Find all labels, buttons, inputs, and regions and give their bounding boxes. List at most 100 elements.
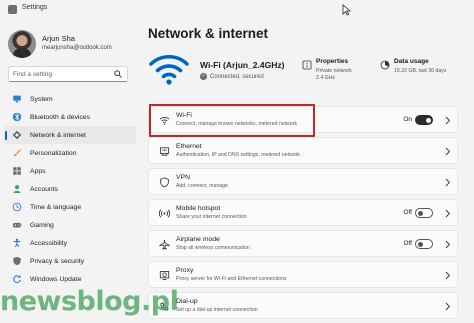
mobile-hotspot-toggle[interactable] <box>415 208 433 218</box>
search-icon[interactable] <box>114 70 122 78</box>
setting-row-mobile-hotspot[interactable]: Mobile hotspot Share your internet connec… <box>148 199 458 226</box>
setting-subtitle: Set up a dial-up internet connection <box>176 307 258 313</box>
properties-band: 2.4 GHz <box>316 75 336 81</box>
sidebar-item-label: Network & internet <box>30 131 86 139</box>
setting-subtitle: Proxy server for Wi-Fi and Ethernet conn… <box>176 276 287 282</box>
accessibility-icon <box>13 238 21 248</box>
sidebar-item-label: Time & language <box>30 203 82 211</box>
sidebar-item-label: Apps <box>30 167 46 175</box>
watermark-logo: newsblog.pl <box>0 286 179 317</box>
data-usage-icon <box>380 60 390 70</box>
sidebar-item-label: System <box>30 95 53 103</box>
airplane-icon <box>159 239 170 250</box>
setting-row-wi-fi[interactable]: Wi-Fi Connect, manage known networks, met… <box>148 106 458 133</box>
connection-status: ✓ Connected, secured <box>200 73 264 80</box>
sidebar-item-accessibility[interactable]: Accessibility <box>4 234 136 252</box>
sidebar-item-network-internet[interactable]: Network & internet <box>4 126 136 144</box>
toggle-knob <box>426 118 431 123</box>
toggle-knob <box>418 211 423 216</box>
setting-row-proxy[interactable]: Proxy Proxy server for Wi-Fi and Ethernet… <box>148 261 458 288</box>
properties-network-type: Private network <box>316 68 352 74</box>
setting-title: Wi-Fi <box>176 112 192 119</box>
sidebar: Arjun Sha mearjunsha@outlook.com System B… <box>0 18 140 323</box>
search-box[interactable] <box>8 66 128 82</box>
shield-icon <box>13 256 21 266</box>
title-bar: Settings <box>0 0 474 18</box>
properties-icon <box>302 60 312 70</box>
toggle-state-label: Off <box>403 240 412 247</box>
window-title: Settings <box>22 4 48 11</box>
user-email: mearjunsha@outlook.com <box>42 45 112 51</box>
properties-title: Properties <box>316 58 349 65</box>
properties-sub: Private network 2.4 GHz <box>316 68 352 82</box>
setting-title: Dial-up <box>176 298 198 305</box>
setting-subtitle: Share your internet connection <box>176 214 247 220</box>
chevron-right-icon <box>445 178 451 187</box>
setting-title: Ethernet <box>176 143 202 150</box>
setting-row-dial-up[interactable]: Dial-up Set up a dial-up internet connect… <box>148 292 458 319</box>
sidebar-item-label: Accounts <box>30 185 58 193</box>
globe-clock-icon <box>12 202 22 212</box>
gamepad-icon <box>12 222 22 228</box>
chevron-right-icon <box>445 209 451 218</box>
settings-app-icon <box>8 5 17 14</box>
wifi-icon <box>159 117 170 125</box>
sidebar-item-time-language[interactable]: Time & language <box>4 198 136 216</box>
sidebar-item-label: Privacy & security <box>30 257 85 265</box>
setting-subtitle: Connect, manage known networks, metered … <box>176 121 298 127</box>
wifi-status-icon <box>149 54 189 85</box>
brush-icon <box>13 149 21 157</box>
settings-window: Settings Arjun Sha mearjunsha@outlook.co… <box>0 0 474 323</box>
search-input[interactable] <box>13 68 111 80</box>
setting-row-airplane-mode[interactable]: Airplane mode Stop all wireless communica… <box>148 230 458 257</box>
sidebar-nav: System Bluetooth & devices Network & inter… <box>4 90 136 288</box>
monitor-icon <box>13 95 21 103</box>
sidebar-item-system[interactable]: System <box>4 90 136 108</box>
connection-status-text: Connected, secured <box>210 73 264 80</box>
mouse-cursor-icon <box>342 4 351 16</box>
user-name: Arjun Sha <box>42 34 75 43</box>
sidebar-item-gaming[interactable]: Gaming <box>4 216 136 234</box>
chevron-right-icon <box>445 302 451 311</box>
page-title: Network & internet <box>148 26 269 41</box>
avatar <box>8 30 36 58</box>
network-diamond-icon <box>12 130 22 140</box>
bluetooth-icon <box>12 112 22 122</box>
ethernet-icon <box>159 147 170 156</box>
sidebar-item-privacy-security[interactable]: Privacy & security <box>4 252 136 270</box>
sidebar-item-apps[interactable]: Apps <box>4 162 136 180</box>
chevron-right-icon <box>445 271 451 280</box>
setting-title: Mobile hotspot <box>176 205 221 212</box>
sidebar-item-label: Personalization <box>30 149 77 157</box>
setting-title: VPN <box>176 174 190 181</box>
sidebar-item-label: Bluetooth & devices <box>30 113 91 121</box>
chevron-right-icon <box>445 240 451 249</box>
setting-title: Proxy <box>176 267 194 274</box>
toggle-knob <box>418 242 423 247</box>
sidebar-item-bluetooth-devices[interactable]: Bluetooth & devices <box>4 108 136 126</box>
data-usage-title: Data usage <box>394 58 429 65</box>
hotspot-icon <box>159 209 170 218</box>
setting-row-vpn[interactable]: VPN Add, connect, manage <box>148 168 458 195</box>
toggle-state-label: On <box>403 116 412 123</box>
setting-subtitle: Stop all wireless communication <box>176 245 250 251</box>
chevron-right-icon <box>445 147 451 156</box>
sidebar-item-label: Windows Update <box>30 275 82 283</box>
person-icon <box>13 185 21 193</box>
connection-name: Wi-Fi (Arjun_2.4GHz) <box>200 60 285 70</box>
chevron-right-icon <box>445 116 451 125</box>
vpn-shield-icon <box>160 177 169 188</box>
airplane-mode-toggle[interactable] <box>415 239 433 249</box>
setting-row-ethernet[interactable]: Ethernet Authentication, IP and DNS setti… <box>148 137 458 164</box>
toggle-state-label: Off <box>403 209 412 216</box>
main-content: Network & internet Wi-Fi (Arjun_2.4GHz) … <box>148 18 474 323</box>
sidebar-item-personalization[interactable]: Personalization <box>4 144 136 162</box>
sidebar-item-accounts[interactable]: Accounts <box>4 180 136 198</box>
user-profile[interactable]: Arjun Sha mearjunsha@outlook.com <box>8 30 138 60</box>
setting-subtitle: Add, connect, manage <box>176 183 228 189</box>
wi-fi-toggle[interactable] <box>415 115 433 125</box>
sidebar-item-label: Gaming <box>30 221 54 229</box>
proxy-globe-icon <box>159 271 170 280</box>
sidebar-item-label: Accessibility <box>30 239 68 247</box>
setting-subtitle: Authentication, IP and DNS settings, met… <box>176 152 300 158</box>
